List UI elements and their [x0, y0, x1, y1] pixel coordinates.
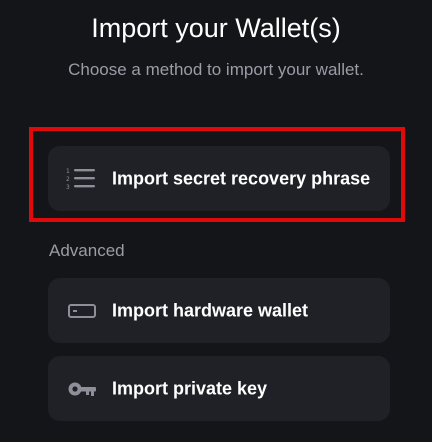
page-subtitle: Choose a method to import your wallet. [68, 60, 364, 79]
hardware-wallet-icon [66, 298, 98, 324]
import-hardware-wallet-button[interactable]: Import hardware wallet [48, 278, 390, 343]
import-wallet-screen: Import your Wallet(s) Choose a method to… [0, 0, 432, 442]
advanced-section-label: Advanced [49, 241, 125, 260]
key-icon [66, 376, 98, 402]
import-hardware-wallet-label: Import hardware wallet [112, 300, 309, 320]
page-title: Import your Wallet(s) [91, 13, 341, 43]
highlight-box [29, 127, 405, 222]
import-private-key-button[interactable]: Import private key [48, 356, 390, 421]
import-private-key-label: Import private key [112, 378, 268, 398]
